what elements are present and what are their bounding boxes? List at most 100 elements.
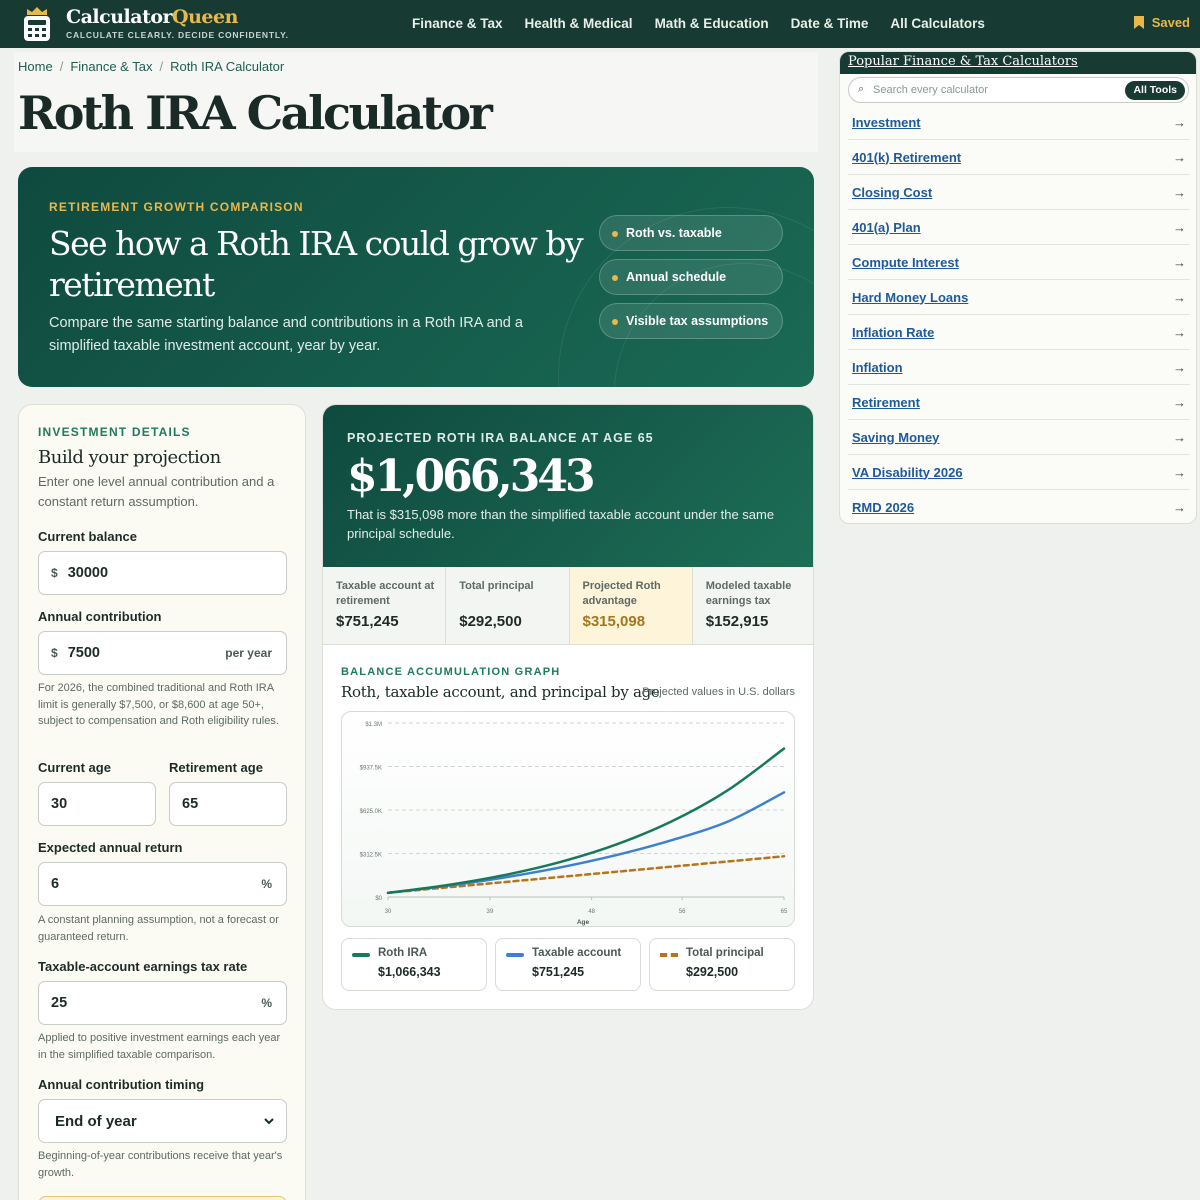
nav-math-education[interactable]: Math & Education [655,16,769,31]
series-line-roth-ira [386,747,786,895]
nav-health-medical[interactable]: Health & Medical [525,16,633,31]
nav-all-calculators[interactable]: All Calculators [890,16,985,31]
form-footer-note-box [38,1196,287,1200]
legend-swatch-dashed [660,953,678,957]
sidebar-item-label[interactable]: RMD 2026 [852,500,914,515]
expected-return-input[interactable]: 6 % [38,862,287,906]
sidebar-item-label[interactable]: Inflation Rate [852,325,934,340]
saved-button[interactable]: Saved [1133,15,1190,30]
sidebar-item-rmd-2026[interactable]: RMD 2026 → [848,490,1190,523]
x-tick-label: 56 [679,909,686,915]
contribution-timing-label: Annual contribution timing [38,1077,205,1092]
sidebar-item-retirement[interactable]: Retirement → [848,385,1190,420]
x-tick-label: 48 [588,909,595,915]
stat-taxable-account: Taxable account at retirement $751,245 [323,567,447,644]
retirement-age-input[interactable]: 65 [169,782,287,826]
title-area: Home / Finance & Tax / Roth IRA Calculat… [14,52,818,152]
stat-total-principal: Total principal $292,500 [446,567,570,644]
stat-value: $315,098 [582,613,646,630]
brand[interactable]: CalculatorQueen CALCULATE CLEARLY. DECID… [66,6,289,40]
arrow-right-icon: → [1173,149,1186,165]
tax-rate-value: 25 [51,995,68,1011]
tax-rate-input[interactable]: 25 % [38,981,287,1025]
sidebar-item-saving-money[interactable]: Saving Money → [848,420,1190,455]
sidebar-item-label[interactable]: Investment [852,115,921,130]
breadcrumb-separator: / [59,59,64,74]
sidebar-item-401-k-retirement[interactable]: 401(k) Retirement → [848,140,1190,175]
main-nav: Finance & Tax Health & Medical Math & Ed… [412,16,985,31]
y-tick-label: $937.5K [360,766,382,772]
sidebar-item-label[interactable]: Retirement [852,395,920,410]
pill-visible-tax-assumptions: Visible tax assumptions [599,303,783,339]
results-comparison-note: That is $315,098 more than the simplifie… [347,507,775,541]
sidebar-item-inflation[interactable]: Inflation → [848,350,1190,385]
pill-roth-vs-taxable: Roth vs. taxable [599,215,783,251]
nav-finance-tax[interactable]: Finance & Tax [412,16,503,31]
contribution-timing-select[interactable]: End of year [38,1099,287,1143]
legend-value: $292,500 [686,965,739,979]
sidebar-item-va-disability-2026[interactable]: VA Disability 2026 → [848,455,1190,490]
breadcrumb-finance-tax[interactable]: Finance & Tax [70,59,152,74]
sidebar-item-label[interactable]: VA Disability 2026 [852,465,963,480]
y-tick-label: $625.0K [360,809,382,815]
sidebar-calculator-list: Investment → 401(k) Retirement → Closing Cos… [848,105,1190,523]
sidebar-item-closing-cost[interactable]: Closing Cost → [848,175,1190,210]
arrow-right-icon: → [1173,464,1186,480]
sidebar-item-inflation-rate[interactable]: Inflation Rate → [848,315,1190,350]
stat-value: $152,915 [705,613,769,630]
bookmark-icon [1133,16,1144,29]
series-line-taxable-account [386,791,786,895]
breadcrumb-home[interactable]: Home [18,59,53,74]
sidebar-item-hard-money-loans[interactable]: Hard Money Loans → [848,280,1190,315]
sidebar-item-label[interactable]: Inflation [852,360,903,375]
sidebar-item-label[interactable]: Compute Interest [852,255,959,270]
current-age-input[interactable]: 30 [38,782,156,826]
sidebar-item-investment[interactable]: Investment → [848,105,1190,140]
current-balance-label: Current balance [38,529,137,544]
sidebar-item-401-a-plan[interactable]: 401(a) Plan → [848,210,1190,245]
results-stats: Taxable account at retirement $751,245 T… [323,567,813,645]
stat-value: $751,245 [336,613,399,630]
legend-name: Total principal [686,947,764,959]
arrow-right-icon: → [1173,359,1186,375]
graph-note: Projected values in U.S. dollars [642,686,795,698]
arrow-right-icon: → [1173,394,1186,410]
arrow-right-icon: → [1173,429,1186,445]
arrow-right-icon: → [1173,219,1186,235]
sidebar-item-label[interactable]: Closing Cost [852,185,932,200]
sidebar-item-label[interactable]: Hard Money Loans [852,290,968,305]
sidebar-title[interactable]: Popular Finance & Tax Calculators [848,54,1078,69]
retirement-age-value: 65 [182,796,199,812]
contribution-timing-help: Beginning-of-year contributions receive … [38,1150,283,1179]
stat-label: Taxable account at retirement [336,580,435,607]
sidebar-search-input[interactable]: ⌕ Search every calculator All Tools [848,77,1189,103]
arrow-right-icon: → [1173,254,1186,270]
all-tools-button[interactable]: All Tools [1125,81,1185,100]
legend-taxable-account: Taxable account $751,245 [495,938,641,991]
current-age-label: Current age [38,760,111,775]
search-placeholder: Search every calculator [873,84,988,96]
results-summary: PROJECTED ROTH IRA BALANCE AT AGE 65 $1,… [323,405,813,567]
sidebar-item-label[interactable]: 401(k) Retirement [852,150,961,165]
sidebar-item-label[interactable]: Saving Money [852,430,939,445]
percent-suffix: % [261,996,272,1010]
stat-label: Total principal [459,580,534,592]
graph-title: Roth, taxable account, and principal by … [341,683,660,701]
nav-date-time[interactable]: Date & Time [791,16,869,31]
arrow-right-icon: → [1173,114,1186,130]
retirement-age-label: Retirement age [169,760,263,775]
graph-eyebrow: BALANCE ACCUMULATION GRAPH [341,666,561,678]
current-balance-input[interactable]: $ 30000 [38,551,287,595]
sidebar-item-label[interactable]: 401(a) Plan [852,220,921,235]
page-title: Roth IRA Calculator [18,86,493,140]
expected-return-help: A constant planning assumption, not a fo… [38,914,279,943]
calculator-crown-logo-icon[interactable] [22,6,52,42]
balance-chart[interactable]: $0 $312.5K $625.0K $937.5K $1.3M 30 39 48 56 65 Ag… [341,711,795,927]
annual-contribution-input[interactable]: $ 7500 per year [38,631,287,675]
dollar-prefix: $ [51,646,58,660]
top-navigation-bar: CalculatorQueen CALCULATE CLEARLY. DECID… [0,0,1200,48]
sidebar-item-compute-interest[interactable]: Compute Interest → [848,245,1190,280]
x-tick-label: 30 [385,909,392,915]
breadcrumb-current[interactable]: Roth IRA Calculator [170,59,284,74]
results-eyebrow: PROJECTED ROTH IRA BALANCE AT AGE 65 [347,431,654,445]
